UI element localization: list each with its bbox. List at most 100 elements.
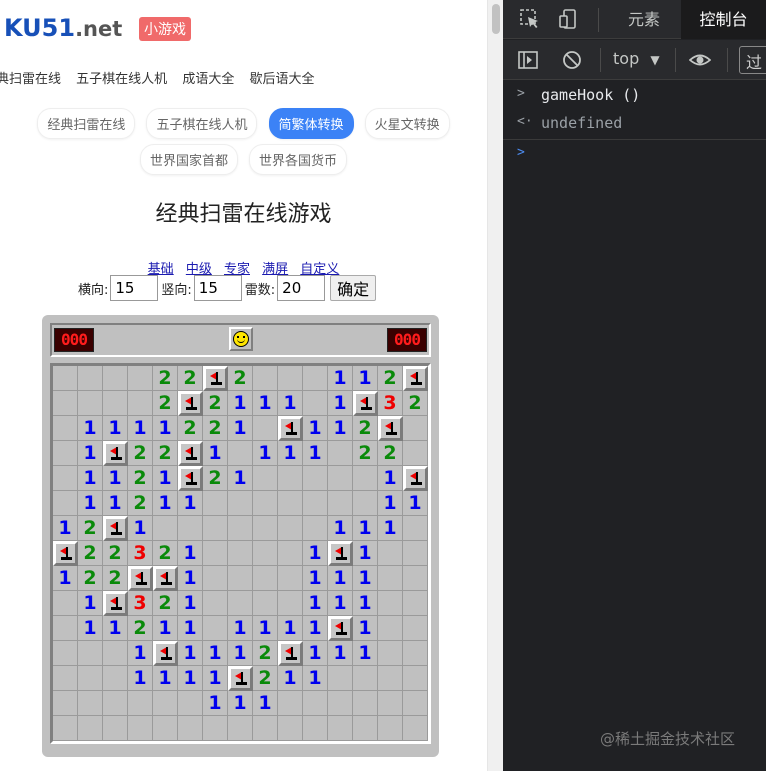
number-cell[interactable]: 1 (228, 466, 253, 491)
number-cell[interactable]: 2 (203, 416, 228, 441)
flagged-cell[interactable] (178, 391, 203, 416)
empty-cell[interactable] (228, 441, 253, 466)
number-cell[interactable]: 1 (228, 416, 253, 441)
number-cell[interactable]: 1 (228, 641, 253, 666)
number-cell[interactable]: 2 (103, 566, 128, 591)
number-cell[interactable]: 1 (253, 441, 278, 466)
number-cell[interactable]: 1 (253, 391, 278, 416)
empty-cell[interactable] (128, 391, 153, 416)
empty-cell[interactable] (253, 466, 278, 491)
number-cell[interactable]: 3 (128, 541, 153, 566)
number-cell[interactable]: 1 (203, 666, 228, 691)
number-cell[interactable]: 2 (128, 441, 153, 466)
number-cell[interactable]: 1 (328, 366, 353, 391)
empty-cell[interactable] (178, 516, 203, 541)
flagged-cell[interactable] (103, 516, 128, 541)
empty-cell[interactable] (403, 541, 428, 566)
number-cell[interactable]: 1 (278, 391, 303, 416)
empty-cell[interactable] (103, 716, 128, 741)
number-cell[interactable]: 1 (378, 491, 403, 516)
empty-cell[interactable] (378, 541, 403, 566)
number-cell[interactable]: 1 (303, 616, 328, 641)
number-cell[interactable]: 1 (278, 441, 303, 466)
number-cell[interactable]: 1 (353, 641, 378, 666)
number-cell[interactable]: 1 (178, 491, 203, 516)
number-cell[interactable]: 1 (228, 391, 253, 416)
number-cell[interactable]: 1 (328, 641, 353, 666)
pill-martian-text[interactable]: 火星文转换 (364, 108, 450, 139)
empty-cell[interactable] (78, 366, 103, 391)
number-cell[interactable]: 1 (353, 366, 378, 391)
empty-cell[interactable] (403, 416, 428, 441)
number-cell[interactable]: 1 (328, 591, 353, 616)
number-cell[interactable]: 2 (78, 516, 103, 541)
empty-cell[interactable] (303, 716, 328, 741)
number-cell[interactable]: 2 (253, 641, 278, 666)
empty-cell[interactable] (328, 491, 353, 516)
number-cell[interactable]: 1 (378, 516, 403, 541)
number-cell[interactable]: 1 (178, 616, 203, 641)
number-cell[interactable]: 1 (203, 641, 228, 666)
flagged-cell[interactable] (153, 566, 178, 591)
number-cell[interactable]: 1 (53, 566, 78, 591)
empty-cell[interactable] (203, 566, 228, 591)
number-cell[interactable]: 2 (178, 416, 203, 441)
empty-cell[interactable] (303, 366, 328, 391)
number-cell[interactable]: 2 (178, 366, 203, 391)
empty-cell[interactable] (253, 566, 278, 591)
empty-cell[interactable] (403, 516, 428, 541)
height-input[interactable] (193, 275, 242, 301)
empty-cell[interactable] (203, 491, 228, 516)
empty-cell[interactable] (303, 516, 328, 541)
number-cell[interactable]: 3 (378, 391, 403, 416)
empty-cell[interactable] (103, 691, 128, 716)
flagged-cell[interactable] (228, 666, 253, 691)
number-cell[interactable]: 2 (378, 441, 403, 466)
device-toolbar-icon[interactable] (558, 8, 580, 30)
number-cell[interactable]: 1 (353, 516, 378, 541)
empty-cell[interactable] (253, 716, 278, 741)
empty-cell[interactable] (103, 366, 128, 391)
empty-cell[interactable] (278, 366, 303, 391)
number-cell[interactable]: 2 (128, 491, 153, 516)
empty-cell[interactable] (253, 416, 278, 441)
scrollbar-thumb[interactable] (492, 4, 500, 34)
pill-capitals[interactable]: 世界国家首都 (139, 144, 238, 175)
empty-cell[interactable] (278, 591, 303, 616)
empty-cell[interactable] (53, 641, 78, 666)
empty-cell[interactable] (103, 641, 128, 666)
empty-cell[interactable] (103, 666, 128, 691)
empty-cell[interactable] (53, 441, 78, 466)
empty-cell[interactable] (403, 641, 428, 666)
empty-cell[interactable] (253, 491, 278, 516)
number-cell[interactable]: 1 (378, 466, 403, 491)
tab-console[interactable]: 控制台 (681, 0, 766, 39)
number-cell[interactable]: 1 (78, 416, 103, 441)
number-cell[interactable]: 2 (153, 366, 178, 391)
flagged-cell[interactable] (328, 541, 353, 566)
empty-cell[interactable] (128, 366, 153, 391)
empty-cell[interactable] (403, 691, 428, 716)
number-cell[interactable]: 2 (153, 541, 178, 566)
number-cell[interactable]: 1 (153, 616, 178, 641)
confirm-button[interactable]: 确定 (330, 275, 377, 301)
number-cell[interactable]: 1 (303, 541, 328, 566)
number-cell[interactable]: 1 (103, 466, 128, 491)
number-cell[interactable]: 1 (353, 616, 378, 641)
flagged-cell[interactable] (353, 391, 378, 416)
number-cell[interactable]: 1 (78, 491, 103, 516)
number-cell[interactable]: 1 (303, 441, 328, 466)
flagged-cell[interactable] (278, 416, 303, 441)
empty-cell[interactable] (378, 691, 403, 716)
topnav-link[interactable]: 歇后语大全 (249, 72, 314, 87)
empty-cell[interactable] (378, 666, 403, 691)
empty-cell[interactable] (53, 391, 78, 416)
tab-elements[interactable]: 元素 (608, 0, 680, 39)
empty-cell[interactable] (328, 666, 353, 691)
number-cell[interactable]: 1 (303, 566, 328, 591)
number-cell[interactable]: 2 (78, 541, 103, 566)
empty-cell[interactable] (153, 716, 178, 741)
number-cell[interactable]: 2 (253, 666, 278, 691)
number-cell[interactable]: 1 (53, 516, 78, 541)
empty-cell[interactable] (78, 716, 103, 741)
